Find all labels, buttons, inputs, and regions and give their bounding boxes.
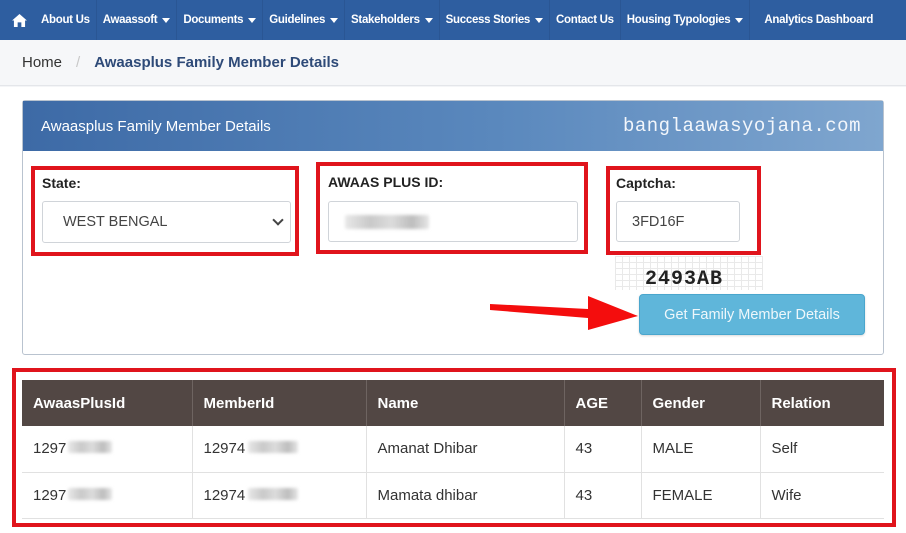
cell-awaasplusid: 1297 [22, 426, 193, 473]
cell-age: 43 [564, 472, 642, 519]
nav-about-us[interactable]: About Us [35, 0, 96, 40]
caret-down-icon [424, 17, 433, 23]
cell-name: Amanat Dhibar [366, 426, 565, 473]
nav-success-stories[interactable]: Success Stories [440, 0, 549, 40]
cell-memberid: 12974 [192, 426, 367, 473]
captcha-image-text: 2493AB [645, 268, 724, 291]
col-age: AGE [564, 380, 642, 426]
top-navbar: About Us Awaassoft Documents Guidelines … [0, 0, 906, 40]
nav-guidelines[interactable]: Guidelines [263, 0, 344, 40]
watermark: banglaawasyojana.com [622, 115, 861, 137]
caret-down-icon [162, 17, 171, 23]
redacted-value [68, 441, 113, 454]
home-icon [12, 13, 27, 27]
redacted-value [248, 487, 299, 500]
cell-gender: FEMALE [641, 472, 761, 519]
redacted-value [248, 441, 299, 454]
col-awaasplusid: AwaasPlusId [22, 380, 193, 426]
get-family-member-details-button[interactable]: Get Family Member Details [639, 294, 865, 335]
caret-down-icon [735, 17, 744, 23]
chevron-down-icon [272, 214, 284, 226]
panel-title: Awaasplus Family Member Details [41, 117, 271, 135]
nav-contact-us[interactable]: Contact Us [550, 0, 620, 40]
nav-awaassoft[interactable]: Awaassoft [97, 0, 177, 40]
cell-awaasplusid: 1297 [22, 472, 193, 519]
breadcrumb-current: Awaasplus Family Member Details [94, 54, 340, 71]
nav-home[interactable] [0, 0, 35, 40]
red-arrow-annotation [490, 296, 638, 330]
cell-age: 43 [564, 426, 642, 473]
panel-header: Awaasplus Family Member Details banglaaw… [23, 101, 883, 151]
col-name: Name [366, 380, 565, 426]
family-members-table: AwaasPlusId MemberId Name AGE Gender Rel… [22, 380, 884, 519]
nav-documents[interactable]: Documents [177, 0, 262, 40]
state-label: State: [42, 175, 81, 191]
col-memberid: MemberId [192, 380, 367, 426]
cell-gender: MALE [641, 426, 761, 473]
caret-down-icon [248, 17, 257, 23]
redacted-value [345, 214, 429, 229]
nav-stakeholders[interactable]: Stakeholders [345, 0, 439, 40]
captcha-label: Captcha: [616, 175, 676, 191]
caret-down-icon [330, 17, 339, 23]
state-select-value: WEST BENGAL [63, 214, 168, 230]
table-row: 1297 12974 Amanat Dhibar 43 MALE Self [22, 426, 884, 473]
col-gender: Gender [641, 380, 761, 426]
nav-analytics-dashboard[interactable]: Analytics Dashboard [750, 0, 879, 40]
cell-relation: Wife [760, 472, 884, 519]
redacted-value [68, 487, 113, 500]
table-row: 1297 12974 Mamata dhibar 43 FEMALE Wife [22, 472, 884, 519]
awaas-id-label: AWAAS PLUS ID: [328, 174, 444, 190]
col-relation: Relation [760, 380, 884, 426]
nav-housing-typologies[interactable]: Housing Typologies [621, 0, 750, 40]
breadcrumb: Home / Awaasplus Family Member Details [0, 40, 906, 86]
cell-name: Mamata dhibar [366, 472, 565, 519]
cell-memberid: 12974 [192, 472, 367, 519]
cell-relation: Self [760, 426, 884, 473]
state-select[interactable]: WEST BENGAL [42, 201, 291, 243]
breadcrumb-home-link[interactable]: Home [22, 54, 62, 71]
captcha-input[interactable]: 3FD16F [616, 201, 740, 242]
awaas-id-input[interactable] [328, 201, 578, 242]
table-header-row: AwaasPlusId MemberId Name AGE Gender Rel… [22, 380, 884, 426]
caret-down-icon [535, 17, 544, 23]
breadcrumb-separator: / [76, 54, 81, 71]
results-table-container: AwaasPlusId MemberId Name AGE Gender Rel… [22, 380, 884, 519]
